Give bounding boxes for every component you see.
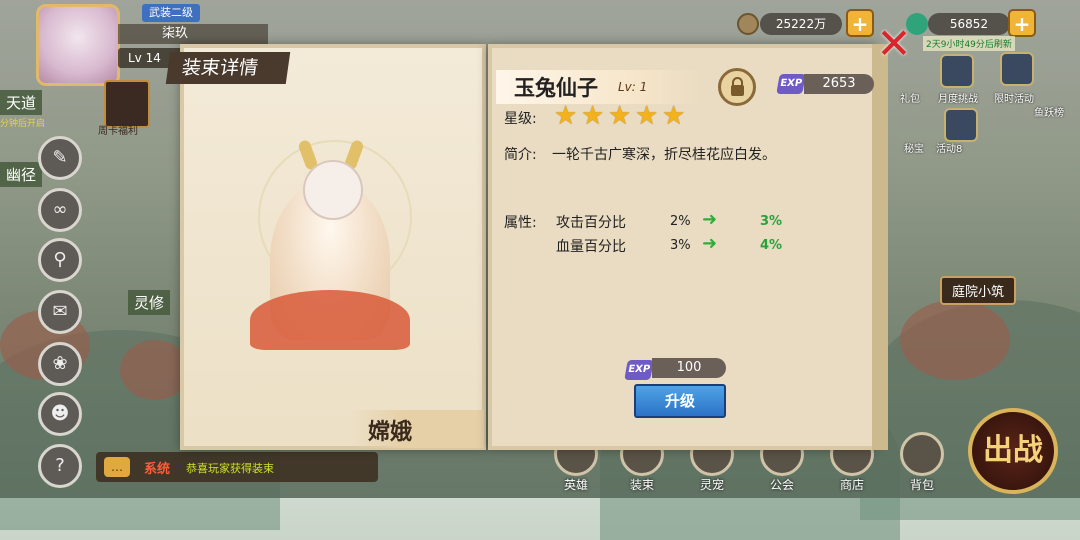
chat-icon: … [104, 457, 130, 477]
battle-button[interactable]: 出战 [968, 408, 1058, 494]
attr-current: 3% [670, 238, 691, 253]
treasure-icon[interactable] [944, 108, 978, 142]
star-label: 星级: [504, 111, 537, 127]
mail-button[interactable]: ✉ [38, 290, 82, 334]
intro-label: 简介: [504, 147, 537, 163]
vip-badge: 武装二级 [142, 4, 200, 22]
exp-icon: EXP [776, 74, 806, 94]
jade-amount: 56852 [928, 13, 1010, 35]
chat-bar[interactable]: … 系统 恭喜玩家获得装束 [96, 452, 378, 482]
qq-button[interactable]: ☻ [38, 392, 82, 436]
player-name: 柒玖 [118, 24, 268, 44]
intro-text: 一轮千古广寒深，折尽桂花应白发。 [552, 147, 776, 163]
exp-total: 2653 [804, 74, 874, 94]
area-tiandao-sub: 分钟后开启 [0, 119, 46, 129]
scroll-icon: ✎ [52, 147, 68, 168]
star-icon: ★ [608, 101, 632, 131]
top-icon-label-1: 礼包 [900, 94, 920, 105]
link-icon: ∞ [52, 199, 68, 220]
mail-icon: ✉ [52, 301, 68, 322]
add-gold-button[interactable]: + [846, 9, 874, 37]
character-head [303, 160, 363, 220]
bone-icon: ⚲ [53, 249, 67, 270]
area-lingxiu[interactable]: 灵修 [128, 290, 171, 315]
gift-icon: ❀ [52, 353, 68, 374]
character-name: 嫦娥 [368, 419, 413, 445]
upgrade-button[interactable]: 升级 [634, 384, 726, 418]
nav-label: 灵宠 [699, 478, 724, 492]
chat-message: 恭喜玩家获得装束 [186, 462, 274, 475]
nav-bag[interactable]: 背包 [892, 432, 952, 494]
week-card-icon[interactable] [104, 80, 150, 128]
refresh-countdown: 2天9小时49分后刷新 [923, 36, 1015, 51]
question-icon: ? [55, 455, 65, 476]
star-icon: ★ [581, 101, 605, 131]
top-icon-label-6: 活动8 [936, 144, 963, 155]
exp-icon: EXP [624, 360, 654, 380]
attr-label: 属性: [504, 215, 537, 231]
week-card-label: 周卡福利 [98, 126, 138, 137]
star-icon: ★ [662, 101, 686, 131]
lock-button[interactable] [718, 68, 756, 106]
nav-label: 背包 [909, 478, 934, 492]
bag-icon [900, 432, 944, 476]
help-button[interactable]: ? [38, 444, 82, 488]
star-icon: ★ [554, 101, 578, 131]
attr-next: 4% [760, 238, 783, 253]
chat-channel: 系统 [144, 462, 171, 477]
panel-header: 装束详情 [165, 52, 291, 84]
side-menu-button-3[interactable]: ⚲ [38, 238, 82, 282]
nav-label: 商店 [839, 478, 864, 492]
nav-label: 公会 [769, 478, 794, 492]
outfit-name: 玉兔仙子 [514, 75, 598, 100]
penguin-icon: ☻ [50, 403, 70, 424]
panel-edge [872, 44, 888, 450]
top-icon-label-4: 鱼跃榜 [1034, 108, 1064, 119]
attr-name: 血量百分比 [556, 239, 626, 255]
attr-current: 2% [670, 214, 691, 229]
arrow-right-icon: ➜ [702, 233, 718, 254]
attr-name: 攻击百分比 [556, 215, 626, 231]
side-menu-button-1[interactable]: ✎ [38, 136, 82, 180]
character-skirt [250, 290, 410, 350]
side-menu-button-2[interactable]: ∞ [38, 188, 82, 232]
lock-icon-body [731, 85, 744, 96]
area-tiandao[interactable]: 天道 [0, 90, 43, 115]
outfit-level: Lv: 1 [618, 80, 648, 94]
star-icon: ★ [635, 101, 659, 131]
limited-event-icon[interactable] [1000, 52, 1034, 86]
building-courtyard[interactable]: 庭院小筑 [940, 276, 1017, 305]
nav-label: 英雄 [563, 478, 588, 492]
top-icon-label-5: 秘宝 [904, 144, 924, 155]
add-jade-button[interactable]: + [1008, 9, 1036, 37]
side-menu-button-5[interactable]: ❀ [38, 342, 82, 386]
arrow-right-icon: ➜ [702, 209, 718, 230]
gold-amount: 25222万 [760, 13, 842, 35]
upgrade-cost: 100 [652, 358, 726, 378]
top-icon-label-3: 限时活动 [994, 94, 1034, 105]
player-avatar[interactable] [36, 4, 120, 86]
close-icon[interactable]: ✕ [874, 23, 914, 65]
attr-next: 3% [760, 214, 783, 229]
gold-coin-icon [737, 13, 759, 35]
nav-label: 装束 [629, 478, 654, 492]
area-youjing[interactable]: 幽径 [0, 162, 43, 187]
monthly-challenge-icon[interactable] [940, 54, 974, 88]
top-icon-label-2: 月度挑战 [938, 94, 978, 105]
